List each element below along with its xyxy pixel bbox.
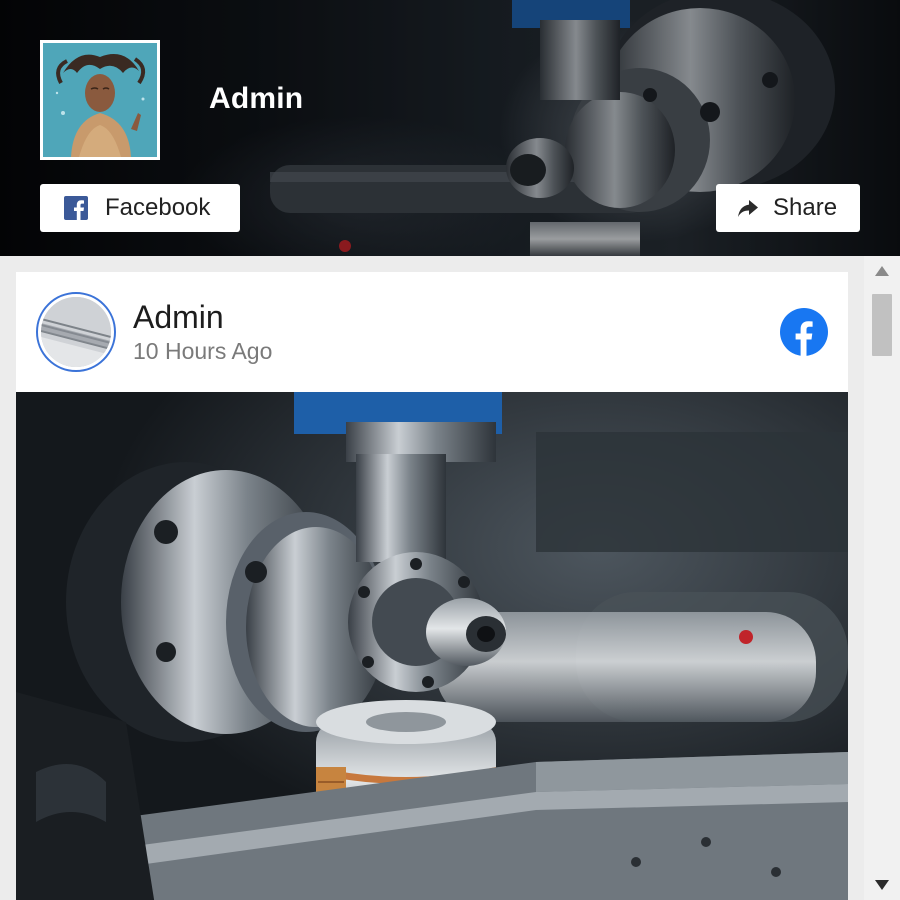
underwater-portrait-image <box>43 43 157 157</box>
page-name: Admin <box>209 82 304 115</box>
triangle-up-icon[interactable] <box>874 264 890 276</box>
share-arrow-icon <box>736 196 760 220</box>
facebook-square-icon <box>64 196 88 220</box>
share-button-label: Share <box>773 194 838 221</box>
page-profile-picture[interactable] <box>40 40 160 160</box>
feed-scrollbar[interactable] <box>864 256 900 900</box>
post-header: Admin 10 Hours Ago <box>16 272 848 392</box>
post-image[interactable] <box>16 392 848 900</box>
avatar-image <box>41 297 111 367</box>
triangle-down-icon[interactable] <box>874 878 890 890</box>
facebook-circle-icon[interactable] <box>780 308 828 356</box>
cnc-lathe-photo <box>16 392 848 900</box>
post-feed[interactable]: Admin 10 Hours Ago <box>0 256 864 900</box>
post-timestamp: 10 Hours Ago <box>133 338 273 364</box>
share-button[interactable]: Share <box>716 184 860 232</box>
author-avatar[interactable] <box>36 292 116 372</box>
facebook-button[interactable]: Facebook <box>40 184 240 232</box>
scrollbar-thumb[interactable] <box>872 294 892 356</box>
facebook-button-label: Facebook <box>105 194 211 221</box>
post-author-name[interactable]: Admin <box>133 299 224 336</box>
post-card: Admin 10 Hours Ago <box>16 272 848 900</box>
